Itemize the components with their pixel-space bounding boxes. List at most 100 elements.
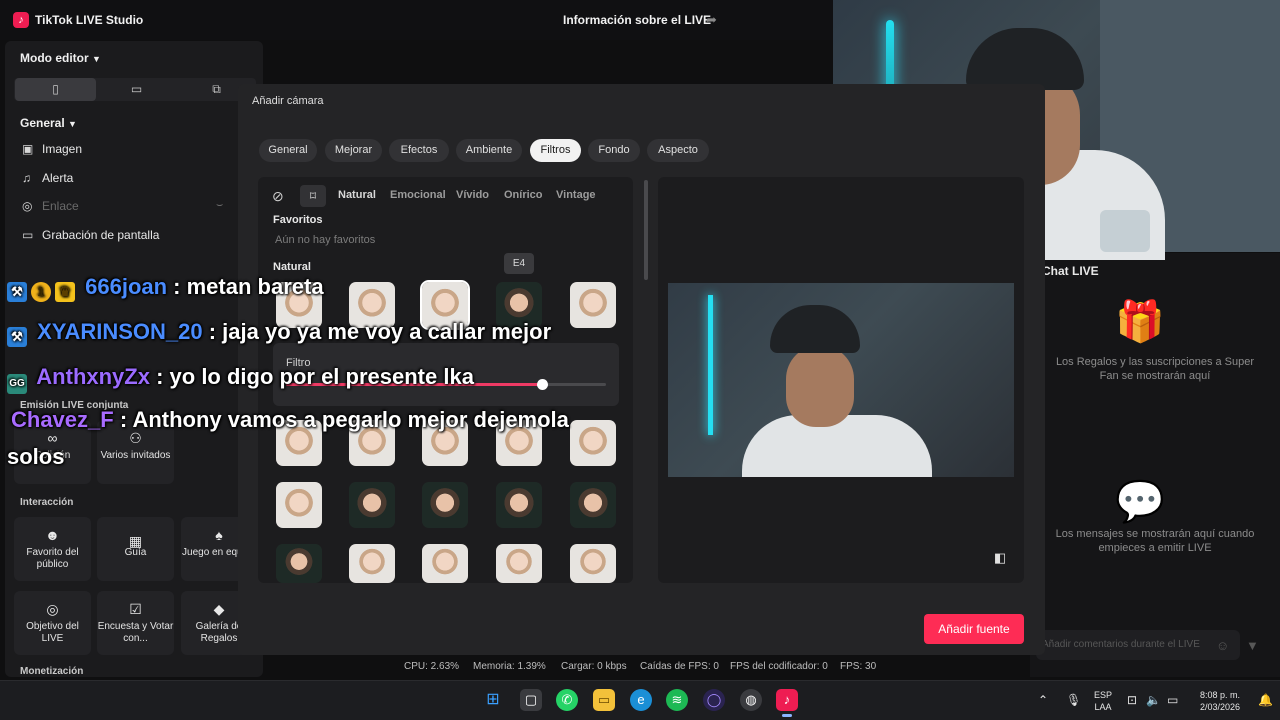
sidebar-item-label: Imagen <box>42 142 83 156</box>
tab-ambiente[interactable]: Ambiente <box>456 139 522 162</box>
battery-icon[interactable]: ▭ <box>1167 693 1178 707</box>
windows-icon[interactable]: ⊞ <box>482 689 504 711</box>
chevron-down-icon: ▼ <box>68 119 77 129</box>
favorites-heading: Favoritos <box>273 214 323 226</box>
landscape-layout-button[interactable]: ▭ <box>96 78 177 101</box>
filter-thumbnail[interactable] <box>496 544 542 583</box>
chat-text: solos <box>7 444 65 469</box>
tile-live-goal[interactable]: ◎ Objetivo del LIVE <box>14 591 91 655</box>
filter-thumbnail[interactable] <box>422 482 468 528</box>
landscape-icon: ▭ <box>130 82 143 96</box>
network-icon[interactable]: ⊡ <box>1127 693 1137 707</box>
sidebar-item-enlace[interactable]: ◎ Enlace <box>22 199 79 213</box>
lang-bottom: LAA <box>1094 702 1112 712</box>
tile-audience-favorite[interactable]: ☻ Favorito del público <box>14 517 91 581</box>
filter-thumbnail[interactable] <box>349 482 395 528</box>
add-source-button[interactable]: Añadir fuente <box>924 614 1024 644</box>
language-indicator[interactable]: ESP LAA <box>1090 689 1116 713</box>
filter-thumbnail[interactable] <box>570 420 616 466</box>
chat-username: Chavez_F <box>11 407 114 432</box>
moderator-badge-icon: ⚒ <box>7 327 27 347</box>
tile-poll[interactable]: ☑ Encuesta y Votar con... <box>97 591 174 655</box>
filter-thumbnail[interactable] <box>496 482 542 528</box>
edge-icon[interactable]: e <box>630 689 652 711</box>
sidebar-item-alerta[interactable]: ♫ Alerta <box>22 171 73 185</box>
task-view-icon[interactable]: ▢ <box>520 689 542 711</box>
chat-comment-input[interactable]: Añadir comentarios durante el LIVE <box>1036 630 1240 660</box>
spotify-icon[interactable]: ≋ <box>666 689 688 711</box>
modal-title: Añadir cámara <box>252 95 324 107</box>
webcam-chair <box>1100 210 1150 252</box>
microphone-icon[interactable]: 🎙 <box>1066 693 1081 707</box>
funnel-filter-icon[interactable]: ▼ <box>1246 638 1259 653</box>
clock[interactable]: 8:08 p. m. 2/03/2026 <box>1190 689 1250 713</box>
filter-tab-vivido[interactable]: Vívido <box>456 189 489 201</box>
filter-tab-emocional[interactable]: Emocional <box>390 189 446 201</box>
sidebar-item-grabacion[interactable]: ▭ Grabación de pantalla <box>22 228 159 242</box>
chat-text: : metan bareta <box>167 274 324 299</box>
preview-person-face <box>786 345 854 427</box>
preview-led-strip <box>708 295 713 435</box>
chevron-up-icon[interactable]: ⌃ <box>1038 693 1048 707</box>
tile-guide[interactable]: ▦ Guía <box>97 517 174 581</box>
gift-box-icon: 🎁 <box>1115 300 1165 344</box>
chat-text: : Anthony vamos a pegarlo mejor dejemola <box>113 407 569 432</box>
stat-memory: Memoria: 1.39% <box>473 661 546 672</box>
phone-icon: ▯ <box>52 82 59 96</box>
chat-username: AnthxnyZx <box>36 364 150 389</box>
compare-icon[interactable]: ◧ <box>990 550 1010 570</box>
tab-aspecto[interactable]: Aspecto <box>647 139 709 162</box>
filter-thumbnail[interactable] <box>349 544 395 583</box>
lang-top: ESP <box>1093 690 1112 700</box>
filter-tab-onirico[interactable]: Onírico <box>504 189 543 201</box>
tab-general[interactable]: General <box>259 139 317 162</box>
messages-placeholder-text: Los mensajes se mostrarán aquí cuando em… <box>1055 528 1255 554</box>
poll-icon: ☑ <box>129 601 142 617</box>
volume-icon[interactable]: 🔈 <box>1146 693 1161 707</box>
chevron-down-icon: ▼ <box>92 54 101 64</box>
filter-thumbnail[interactable] <box>570 544 616 583</box>
portrait-layout-button[interactable]: ▯ <box>15 78 96 101</box>
tiktok-icon[interactable]: ♪ <box>776 689 798 711</box>
no-filter-icon[interactable]: ⊘ <box>272 188 284 205</box>
filter-tab-natural[interactable]: Natural <box>338 189 376 201</box>
tab-efectos[interactable]: Efectos <box>389 139 449 162</box>
tab-fondo[interactable]: Fondo <box>588 139 640 162</box>
emoji-icon[interactable]: ☺ <box>1216 638 1229 653</box>
mode-selector[interactable]: Modo editor ▼ <box>20 51 101 65</box>
sidebar-item-label: Enlace <box>42 199 79 213</box>
tab-filtros[interactable]: Filtros <box>530 139 581 162</box>
chrome-like-icon[interactable]: ◍ <box>740 689 762 711</box>
whatsapp-icon[interactable]: ✆ <box>556 689 578 711</box>
filter-thumbnail[interactable] <box>422 544 468 583</box>
monitor-icon: ▭ <box>22 228 34 242</box>
tab-mejorar[interactable]: Mejorar <box>325 139 382 162</box>
filter-slider-knob[interactable] <box>537 379 548 390</box>
dual-screen-icon: ⧉ <box>212 82 221 96</box>
star-person-icon: ☻ <box>45 527 60 543</box>
overlay-chat-message: Chavez_F : Anthony vamos a pegarlo mejor… <box>11 403 569 437</box>
tiktok-logo-icon: ♪ <box>13 12 29 28</box>
filter-thumbnail[interactable] <box>570 282 616 328</box>
overlay-chat-message: GG AnthxnyZx : yo lo digo por el present… <box>7 360 474 394</box>
obs-ring-icon[interactable]: ◯ <box>703 689 725 711</box>
overlay-chat-message: ⚒ XYARINSON_20 : jaja yo ya me voy a cal… <box>7 315 551 349</box>
sidebar-item-imagen[interactable]: ▣ Imagen <box>22 142 82 156</box>
notification-bell-icon[interactable]: 🔔 <box>1258 693 1273 707</box>
crown-badge-icon: ♛ <box>55 282 75 302</box>
general-section[interactable]: General ▼ <box>20 116 77 130</box>
filter-thumbnail[interactable] <box>570 482 616 528</box>
filter-scrollbar[interactable] <box>644 180 648 280</box>
chat-text: : yo lo digo por el presente lka <box>149 364 474 389</box>
filter-thumbnail[interactable] <box>276 544 322 583</box>
filter-tab-vintage[interactable]: Vintage <box>556 189 596 201</box>
bookmark-icon[interactable]: ⌑ <box>300 185 326 207</box>
file-explorer-icon[interactable]: ▭ <box>593 689 615 711</box>
filter-thumbnail[interactable] <box>276 482 322 528</box>
gifts-placeholder-text: Los Regalos y las suscripciones a Super … <box>1055 356 1255 382</box>
rank-one-badge-icon: 1 <box>31 282 51 302</box>
chat-bubble-icon: 💬 <box>1115 480 1165 524</box>
share-icon[interactable]: ➦ <box>706 12 717 28</box>
link-chain-icon: ⌣ <box>216 199 224 211</box>
live-info-link[interactable]: Información sobre el LIVE <box>563 13 711 27</box>
